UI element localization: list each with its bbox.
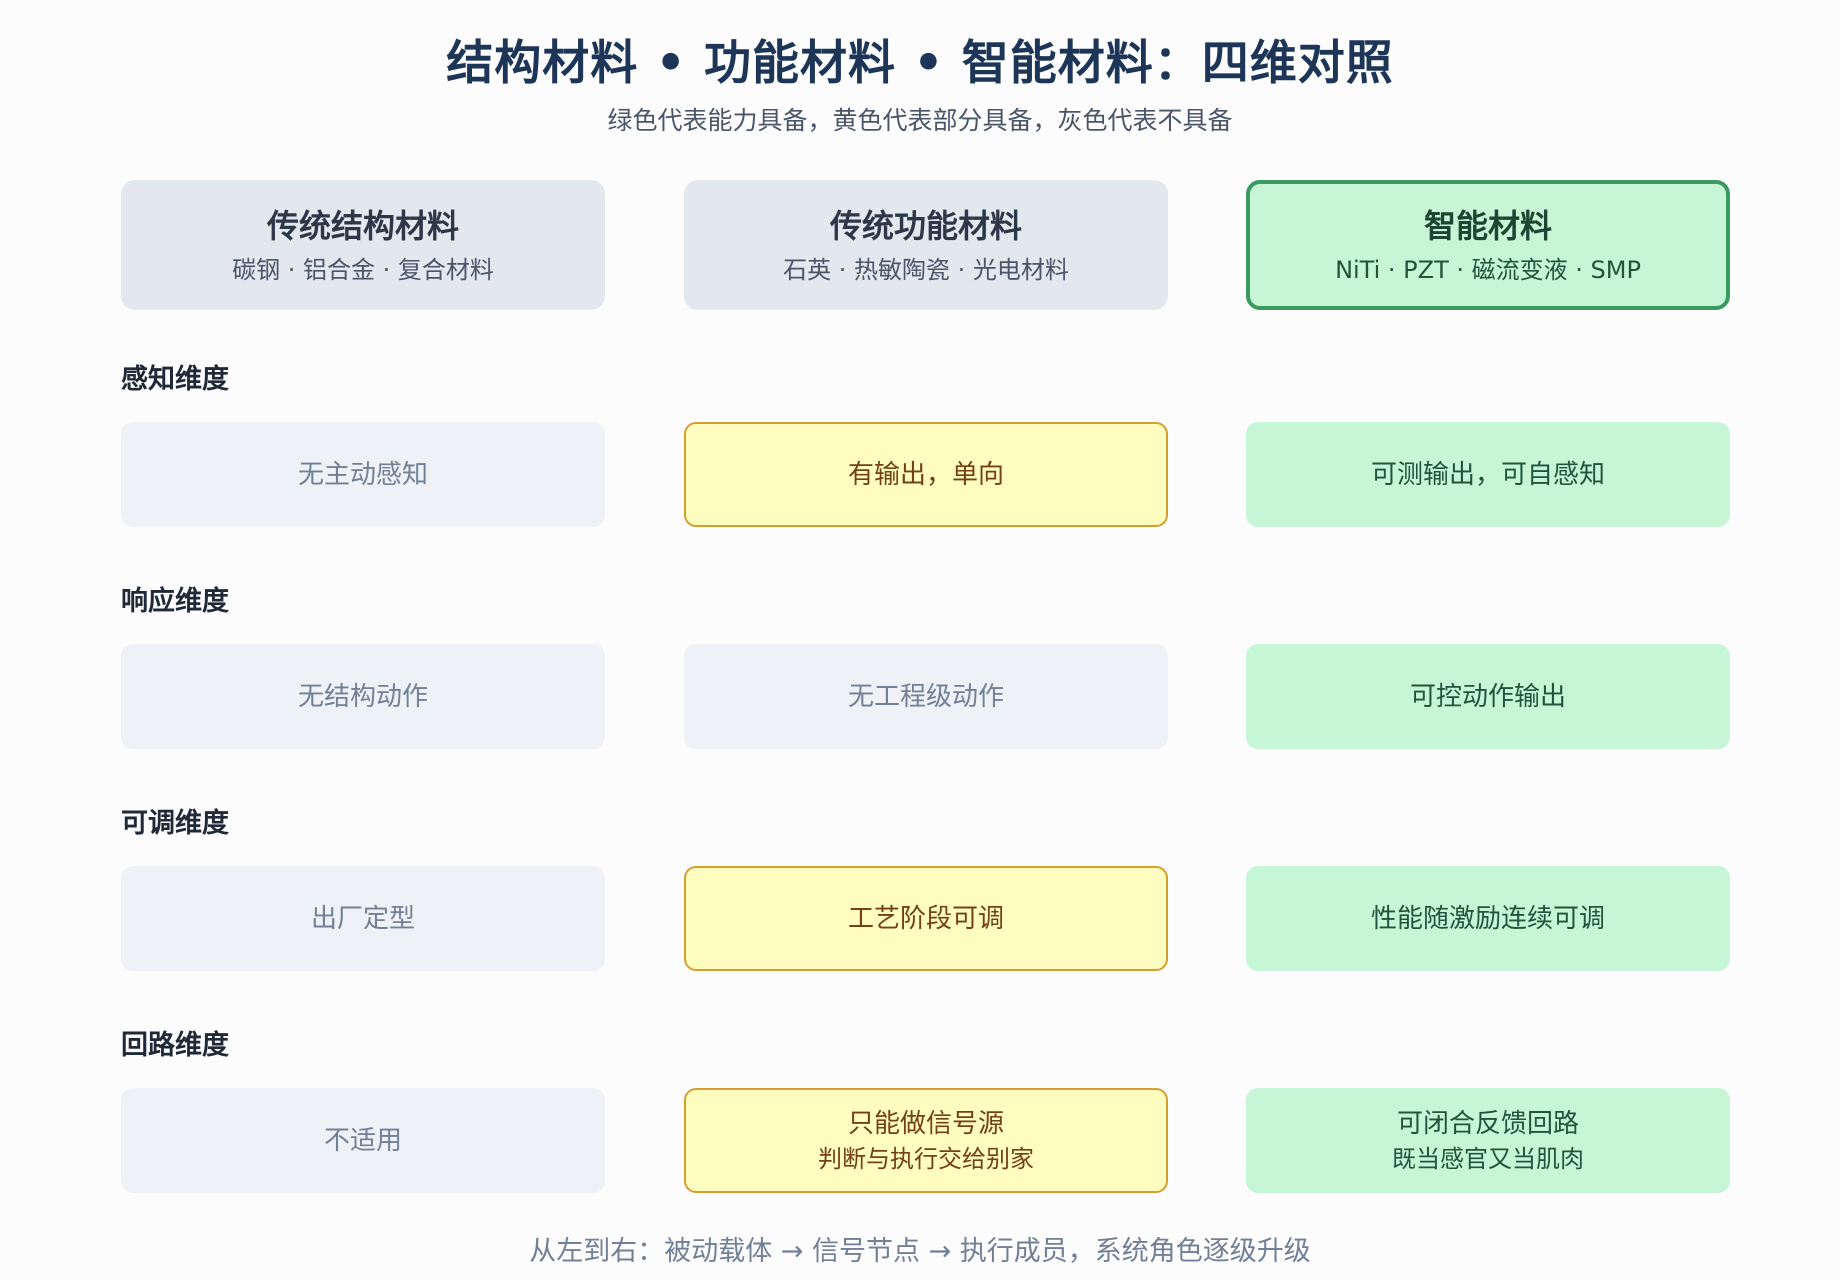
cell-text: 无工程级动作 (847, 681, 1004, 712)
dimension-label-tunability: 可调维度 (121, 808, 229, 839)
cell-text: 有输出，单向 (847, 459, 1004, 490)
column-header-structural: 传统结构材料 碳钢 · 铝合金 · 复合材料 (121, 180, 605, 310)
cell-response-structural: 无结构动作 (121, 644, 605, 749)
column-name: 传统结构材料 (266, 207, 459, 245)
column-examples: 碳钢 · 铝合金 · 复合材料 (232, 256, 494, 284)
dimension-label-sensing: 感知维度 (121, 364, 229, 395)
footer-summary: 从左到右：被动载体 → 信号节点 → 执行成员，系统角色逐级升级 (529, 1236, 1311, 1267)
cell-sensing-functional: 有输出，单向 (684, 422, 1168, 527)
cell-text: 可控动作输出 (1409, 681, 1566, 712)
legend-subtitle: 绿色代表能力具备，黄色代表部分具备，灰色代表不具备 (607, 106, 1233, 135)
column-name: 智能材料 (1423, 207, 1552, 245)
dimension-label-response: 响应维度 (121, 586, 229, 617)
cell-subtext: 判断与执行交给别家 (818, 1144, 1034, 1173)
cell-subtext: 既当感官又当肌肉 (1392, 1144, 1584, 1173)
cell-response-smart: 可控动作输出 (1246, 644, 1730, 749)
cell-loop-structural: 不适用 (121, 1088, 605, 1193)
cell-text: 可测输出，可自感知 (1370, 459, 1605, 490)
column-examples: 石英 · 热敏陶瓷 · 光电材料 (783, 256, 1069, 284)
cell-loop-smart: 可闭合反馈回路 既当感官又当肌肉 (1246, 1088, 1730, 1193)
cell-tunability-structural: 出厂定型 (121, 866, 605, 971)
column-header-smart: 智能材料 NiTi · PZT · 磁流变液 · SMP (1246, 180, 1730, 310)
cell-text: 无结构动作 (297, 681, 428, 712)
cell-text: 可闭合反馈回路 (1396, 1108, 1579, 1139)
column-name: 传统功能材料 (829, 207, 1022, 245)
cell-text: 不适用 (323, 1125, 402, 1156)
cell-tunability-functional: 工艺阶段可调 (684, 866, 1168, 971)
cell-response-functional: 无工程级动作 (684, 644, 1168, 749)
cell-text: 只能做信号源 (847, 1108, 1004, 1139)
dimension-label-loop: 回路维度 (121, 1030, 229, 1061)
column-header-functional: 传统功能材料 石英 · 热敏陶瓷 · 光电材料 (684, 180, 1168, 310)
page-title: 结构材料 • 功能材料 • 智能材料：四维对照 (446, 36, 1394, 91)
column-examples: NiTi · PZT · 磁流变液 · SMP (1335, 256, 1641, 284)
cell-text: 性能随激励连续可调 (1370, 903, 1605, 934)
cell-tunability-smart: 性能随激励连续可调 (1246, 866, 1730, 971)
cell-loop-functional: 只能做信号源 判断与执行交给别家 (684, 1088, 1168, 1193)
cell-text: 工艺阶段可调 (847, 903, 1004, 934)
cell-sensing-structural: 无主动感知 (121, 422, 605, 527)
cell-text: 无主动感知 (297, 459, 428, 490)
cell-sensing-smart: 可测输出，可自感知 (1246, 422, 1730, 527)
cell-text: 出厂定型 (310, 903, 415, 934)
